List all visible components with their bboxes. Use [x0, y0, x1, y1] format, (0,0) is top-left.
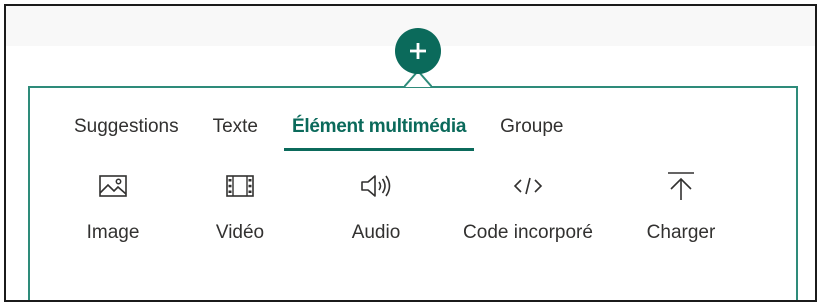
video-icon — [226, 175, 254, 197]
media-item-label: Vidéo — [215, 222, 265, 243]
media-item-code-incorpore[interactable]: Code incorporé — [444, 166, 612, 286]
media-item-charger[interactable]: Charger — [612, 166, 750, 286]
media-item-video[interactable]: Vidéo — [172, 166, 308, 286]
media-item-label: Code incorporé — [463, 222, 593, 243]
add-web-part-button[interactable] — [395, 28, 441, 74]
media-item-label: Charger — [646, 222, 716, 243]
category-tabs: Suggestions Texte Élément multimédia Gro… — [54, 106, 597, 151]
code-icon — [513, 177, 543, 195]
media-items-row: Image Vidéo Audio Code incorporé Charger — [54, 166, 750, 286]
media-item-label: Image — [86, 222, 140, 243]
tab-groupe[interactable]: Groupe — [500, 106, 563, 148]
media-item-label: Audio — [351, 222, 401, 243]
tab-suggestions[interactable]: Suggestions — [74, 106, 179, 148]
image-icon — [99, 175, 127, 197]
media-item-audio[interactable]: Audio — [308, 166, 444, 286]
tab-element-multimedia[interactable]: Élément multimédia — [283, 106, 475, 151]
upload-icon — [668, 172, 694, 200]
media-item-image[interactable]: Image — [54, 166, 172, 286]
plus-icon — [410, 43, 426, 59]
audio-icon — [361, 175, 391, 197]
tab-texte[interactable]: Texte — [213, 106, 258, 148]
web-part-picker-frame: Suggestions Texte Élément multimédia Gro… — [4, 4, 817, 302]
